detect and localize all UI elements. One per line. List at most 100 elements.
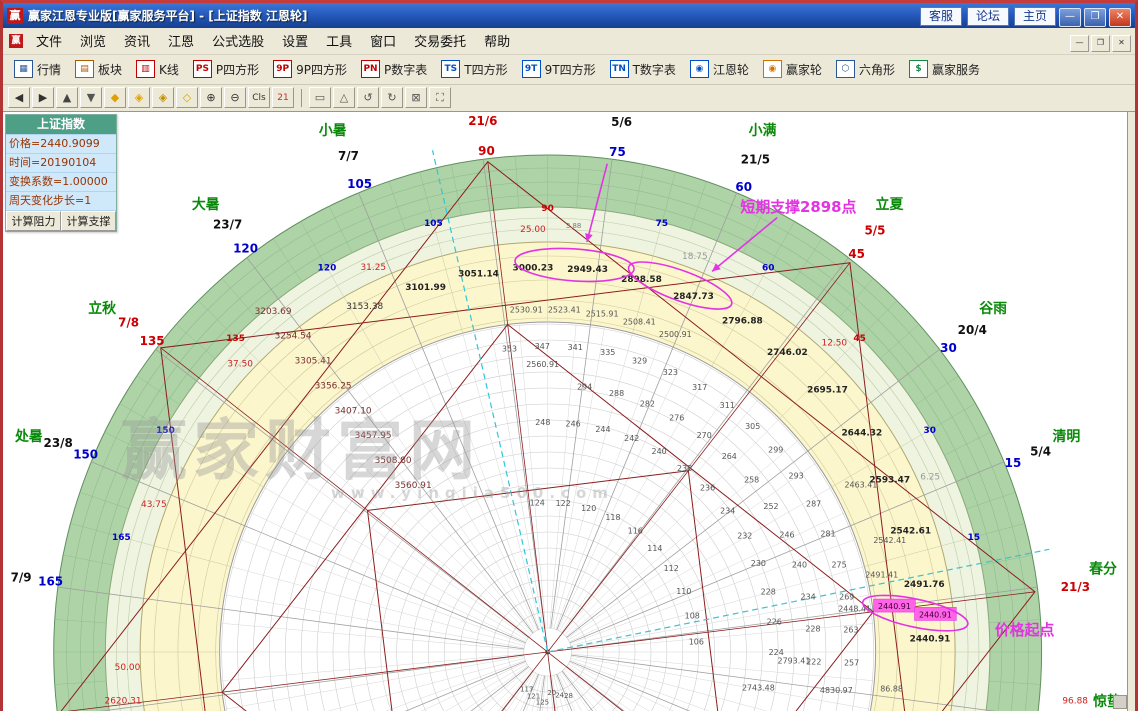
menu-settings[interactable]: 设置 <box>273 32 317 53</box>
close-button[interactable]: ✕ <box>1109 8 1131 27</box>
arc-left-tool-icon[interactable]: ↺ <box>357 87 379 108</box>
menu-browse[interactable]: 浏览 <box>71 32 115 53</box>
menu-tools[interactable]: 工具 <box>317 32 361 53</box>
svg-text:276: 276 <box>669 414 684 423</box>
toolbar-9t-square[interactable]: 9T9T四方形 <box>516 57 602 81</box>
gann-wheel[interactable]: 2500.912508.412515.912523.412530.9125726… <box>3 112 1134 711</box>
svg-text:小暑: 小暑 <box>319 123 347 139</box>
selection-box-tool-icon[interactable]: ⛶ <box>429 87 451 108</box>
svg-text:3457.95: 3457.95 <box>355 431 392 441</box>
svg-text:341: 341 <box>568 343 583 352</box>
svg-text:165: 165 <box>112 533 131 543</box>
arc-right-tool-icon[interactable]: ↻ <box>381 87 403 108</box>
maximize-button[interactable]: ❐ <box>1084 8 1106 27</box>
toolbar-hexagon[interactable]: ⬡六角形 <box>830 57 901 81</box>
svg-text:7/7: 7/7 <box>338 149 359 163</box>
toolbar-winner-wheel[interactable]: ◉赢家轮 <box>757 57 828 81</box>
svg-text:335: 335 <box>600 348 615 357</box>
svg-text:3000.23: 3000.23 <box>513 263 554 273</box>
svg-text:2530.91: 2530.91 <box>510 306 543 315</box>
toolbar-t-square[interactable]: TST四方形 <box>435 57 513 81</box>
svg-text:75: 75 <box>656 219 668 229</box>
rect-tool-icon[interactable]: ▭ <box>309 87 331 108</box>
zoom-in-icon[interactable]: ⊕ <box>200 87 222 108</box>
menu-file[interactable]: 文件 <box>27 32 71 53</box>
svg-text:立秋: 立秋 <box>88 300 116 317</box>
toolbar-winner-service-icon: $ <box>909 60 928 78</box>
svg-text:23/7: 23/7 <box>213 218 242 232</box>
menu-formula-stock-pick[interactable]: 公式选股 <box>203 32 273 53</box>
svg-text:86.88: 86.88 <box>880 684 903 693</box>
svg-text:2949.43: 2949.43 <box>567 265 608 275</box>
svg-text:150: 150 <box>156 426 175 436</box>
menu-gann[interactable]: 江恩 <box>159 32 203 53</box>
resize-grip[interactable] <box>1113 695 1127 709</box>
toolbar-t-number-table-label: T数字表 <box>633 61 676 78</box>
filter-tool-icon[interactable]: ▼ <box>80 87 102 108</box>
titlebar-links: 客服论坛主页 <box>915 5 1056 26</box>
minimize-button[interactable]: — <box>1059 8 1081 27</box>
page-next-icon[interactable]: ▶ <box>32 87 54 108</box>
toolbar-quotes[interactable]: ▦行情 <box>8 57 67 81</box>
calc-support-button[interactable]: 计算支撑 <box>61 211 116 231</box>
panel-field-4: 周天变化步长=1 <box>6 191 116 210</box>
child-minimize-button[interactable]: — <box>1070 35 1089 52</box>
toolbar-9t-square-label: 9T四方形 <box>545 61 596 78</box>
titlebar-link-customer-service[interactable]: 客服 <box>920 7 962 26</box>
toolbar-winner-wheel-label: 赢家轮 <box>786 61 822 78</box>
toolbar-kline[interactable]: ▥K线 <box>130 57 185 81</box>
svg-text:价格起点: 价格起点 <box>995 621 1055 639</box>
child-close-button[interactable]: ✕ <box>1112 35 1131 52</box>
svg-text:7/9: 7/9 <box>11 570 32 584</box>
svg-text:270: 270 <box>697 431 712 440</box>
diamond-outline-tool-icon[interactable]: ◇ <box>176 87 198 108</box>
delete-box-tool-icon[interactable]: ⊠ <box>405 87 427 108</box>
svg-text:2500.91: 2500.91 <box>659 330 692 339</box>
toolbar-t-number-table[interactable]: TNT数字表 <box>604 57 682 81</box>
svg-text:7/8: 7/8 <box>118 316 139 330</box>
toolbar-p-number-table-label: P数字表 <box>384 61 427 78</box>
triangle-tool-icon[interactable]: △ <box>333 87 355 108</box>
menu-trade-order[interactable]: 交易委托 <box>405 32 475 53</box>
svg-text:25.00: 25.00 <box>520 225 546 235</box>
menu-help[interactable]: 帮助 <box>475 32 519 53</box>
diamond-cross-tool-icon[interactable]: ◈ <box>152 87 174 108</box>
toolbar-p-number-table[interactable]: PNP数字表 <box>355 57 433 81</box>
menu-window[interactable]: 窗口 <box>361 32 405 53</box>
titlebar-link-forum[interactable]: 论坛 <box>967 7 1009 26</box>
svg-text:122: 122 <box>556 499 571 508</box>
menubar: 赢 文件浏览资讯江恩公式选股设置工具窗口交易委托帮助 —❐✕ <box>3 28 1135 54</box>
zoom-out-icon[interactable]: ⊖ <box>224 87 246 108</box>
menu-news[interactable]: 资讯 <box>115 32 159 53</box>
toolbar-kline-icon: ▥ <box>136 60 155 78</box>
toolbar-gann-wheel[interactable]: ◉江恩轮 <box>684 57 755 81</box>
toolbar-quotes-label: 行情 <box>37 61 61 78</box>
window-right-border <box>1127 112 1135 711</box>
diamond-dot-tool-icon[interactable]: ◈ <box>128 87 150 108</box>
svg-text:2523.41: 2523.41 <box>548 305 581 314</box>
toolbar-winner-service[interactable]: $赢家服务 <box>903 57 986 81</box>
svg-text:120: 120 <box>581 504 596 513</box>
toolbar-winner-service-label: 赢家服务 <box>932 61 980 78</box>
titlebar-link-home[interactable]: 主页 <box>1014 7 1056 26</box>
calendar-21-icon[interactable]: 21 <box>272 87 294 108</box>
svg-text:2440.91: 2440.91 <box>910 635 951 645</box>
toolbar-9p-square[interactable]: 9P9P四方形 <box>267 57 353 81</box>
diamond-tool-icon[interactable]: ◆ <box>104 87 126 108</box>
svg-text:124: 124 <box>530 498 545 507</box>
calc-resistance-button[interactable]: 计算阻力 <box>6 211 61 231</box>
svg-text:立夏: 立夏 <box>876 196 905 213</box>
toolbar-separator <box>301 89 302 107</box>
page-prev-icon[interactable]: ◀ <box>8 87 30 108</box>
toolbar-hexagon-label: 六角形 <box>859 61 895 78</box>
toolbar-sectors[interactable]: ▤板块 <box>69 57 128 81</box>
toolbar-p-square[interactable]: PSP四方形 <box>187 57 265 81</box>
gann-wheel-canvas[interactable]: 2500.912508.412515.912523.412530.9125726… <box>3 112 1135 711</box>
cone-tool-icon[interactable]: ▲ <box>56 87 78 108</box>
toolbar-p-number-table-icon: PN <box>361 60 380 78</box>
svg-text:293: 293 <box>789 472 804 481</box>
child-restore-button[interactable]: ❐ <box>1091 35 1110 52</box>
svg-text:299: 299 <box>768 446 783 455</box>
cls-button[interactable]: Cls <box>248 87 270 108</box>
titlebar[interactable]: 赢 赢家江恩专业版[赢家服务平台] - [上证指数 江恩轮] 客服论坛主页 —❐… <box>3 3 1135 28</box>
